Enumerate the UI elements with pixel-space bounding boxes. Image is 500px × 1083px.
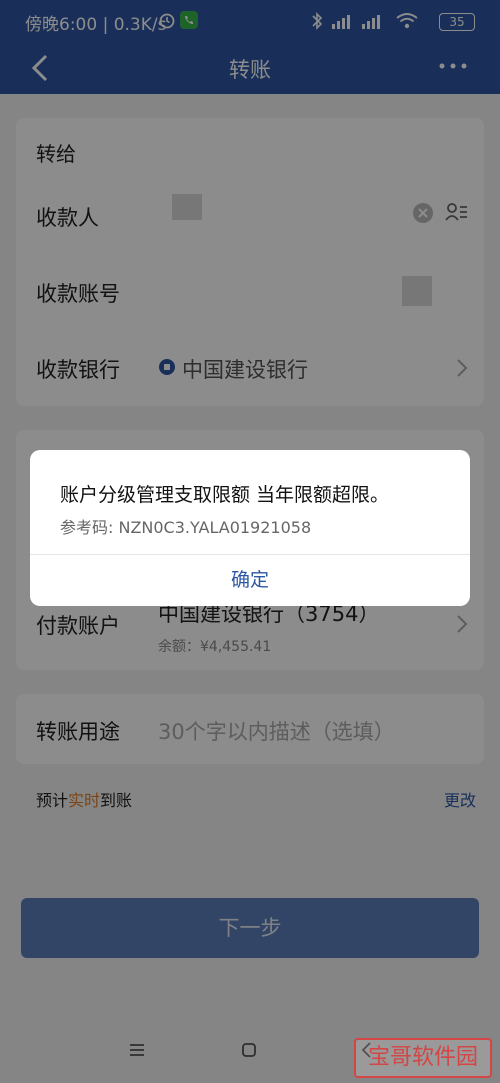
confirm-button[interactable]: 确定	[30, 554, 470, 606]
alert-dialog: 账户分级管理支取限额 当年限额超限。 参考码: NZN0C3.YALA01921…	[30, 450, 470, 606]
dialog-message: 账户分级管理支取限额 当年限额超限。	[60, 484, 390, 506]
watermark-logo: 宝哥软件园	[354, 1038, 492, 1078]
dialog-reference: 参考码: NZN0C3.YALA01921058	[60, 518, 312, 537]
